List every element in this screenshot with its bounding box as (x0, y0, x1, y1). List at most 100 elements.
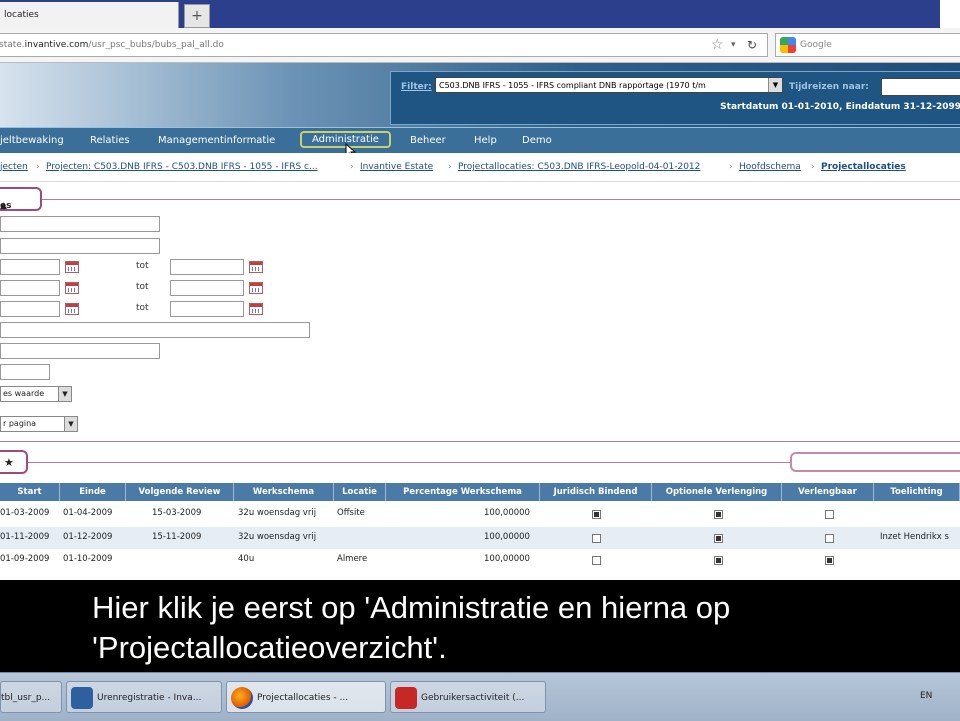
optioneel-checkbox[interactable] (714, 556, 723, 565)
per-page-select[interactable]: r pagina ▼ (0, 416, 78, 432)
calendar-icon[interactable] (249, 303, 263, 315)
date-to-field-1[interactable] (170, 259, 244, 275)
search-placeholder: Google (800, 40, 832, 50)
filter-panel: Filter: C503.DNB IFRS - 1055 - IFRS comp… (390, 71, 960, 125)
breadcrumb: jecten › Projecten: C503.DNB IFRS - C503… (0, 153, 960, 182)
table-row[interactable]: 01-09-2009 01-10-2009 40u Almere 100,000… (0, 549, 960, 571)
per-page-select-value: r pagina (3, 419, 37, 428)
column-header[interactable]: Optionele Verlenging (652, 483, 782, 501)
main-menu: jeltbewaking Relaties Managementinformat… (0, 127, 960, 155)
history-dropdown-icon[interactable]: ▾ (731, 34, 736, 56)
date-from-field-3[interactable] (0, 301, 60, 317)
table-row[interactable]: 01-11-2009 01-12-2009 15-11-2009 32u woe… (0, 527, 960, 549)
language-indicator[interactable]: EN (920, 691, 932, 701)
filter-select[interactable]: C503.DNB IFRS - 1055 - IFRS compliant DN… (435, 77, 783, 93)
new-tab-icon[interactable]: + (184, 4, 210, 28)
results-search-box[interactable] (790, 452, 960, 472)
url-prefix: state. (0, 40, 25, 50)
calendar-icon[interactable] (249, 282, 263, 294)
column-header[interactable]: Einde (60, 483, 126, 501)
system-tray: EN (890, 681, 960, 713)
menu-item-projectbewaking[interactable]: jeltbewaking (0, 135, 64, 146)
taskbar-item-label: Projectallocaties - ... (257, 693, 349, 703)
section-divider (42, 199, 960, 200)
tijdreizen-input[interactable] (881, 78, 960, 96)
breadcrumb-item[interactable]: jecten (0, 162, 28, 172)
verlengbaar-checkbox[interactable] (825, 534, 834, 543)
values-select[interactable]: es waarde ▼ (0, 386, 72, 402)
column-header[interactable]: Verlengbaar (782, 483, 874, 501)
optioneel-checkbox[interactable] (714, 534, 723, 543)
tot-label: tot (136, 261, 149, 271)
criteria-field-short[interactable] (0, 364, 50, 380)
criteria-field-3[interactable] (0, 343, 160, 359)
breadcrumb-item[interactable]: Projectallocaties: C503.DNB IFRS-Leopold… (458, 162, 700, 172)
column-header[interactable]: Locatie (334, 483, 386, 501)
results-section-header[interactable]: ★ (0, 450, 28, 474)
filter-label[interactable]: Filter: (401, 82, 432, 92)
date-from-field-2[interactable] (0, 280, 60, 296)
table-row[interactable]: 01-03-2009 01-04-2009 15-03-2009 32u woe… (0, 503, 960, 525)
expand-icon: ★ (4, 456, 14, 469)
column-header[interactable]: Volgende Review (126, 483, 234, 501)
breadcrumb-item[interactable]: Projecten: C503.DNB IFRS - C503.DNB IFRS… (46, 162, 318, 172)
column-header[interactable]: Percentage Werkschema (386, 483, 540, 501)
browser-tab-title: locaties (4, 10, 39, 20)
reload-icon[interactable]: ↻ (747, 34, 757, 56)
criteria-field-wide[interactable] (0, 322, 310, 338)
verlengbaar-checkbox[interactable] (825, 556, 834, 565)
calendar-icon[interactable] (249, 261, 263, 273)
breadcrumb-item[interactable]: Invantive Estate (360, 162, 433, 172)
criteria-field-2[interactable] (0, 238, 160, 254)
values-select-value: es waarde (3, 389, 45, 398)
criteria-field-1[interactable] (0, 216, 160, 232)
google-icon (780, 37, 796, 53)
url-host: invantive.com (24, 40, 89, 50)
criteria-section-label: es ▲ (0, 201, 12, 211)
app-icon (71, 686, 93, 709)
subtitle-line-2: 'Projectallocatieoverzicht'. (92, 630, 447, 665)
browser-tab-active[interactable]: locaties (0, 2, 179, 28)
bookmark-star-icon[interactable]: ☆ (711, 34, 724, 56)
menu-item-beheer[interactable]: Beheer (410, 135, 446, 146)
menu-item-managementinformatie[interactable]: Managementinformatie (158, 135, 275, 146)
optioneel-checkbox[interactable] (714, 510, 723, 519)
date-to-field-3[interactable] (170, 301, 244, 317)
date-from-field-1[interactable] (0, 259, 60, 275)
juridisch-checkbox[interactable] (592, 534, 601, 543)
cell-einde: 01-04-2009 (63, 508, 113, 518)
date-to-field-2[interactable] (170, 280, 244, 296)
search-box[interactable]: Google (775, 33, 960, 57)
cell-start: 01-11-2009 (0, 532, 50, 542)
taskbar-item[interactable]: Gebruikersactiviteit (... (390, 681, 546, 713)
juridisch-checkbox[interactable] (592, 510, 601, 519)
tot-label: tot (136, 282, 149, 292)
breadcrumb-separator: › (811, 162, 815, 172)
column-header[interactable]: Juridisch Bindend (540, 483, 652, 501)
calendar-icon[interactable] (65, 282, 79, 294)
column-header[interactable]: Toelichting (874, 483, 960, 501)
cell-werkschema: 40u (238, 554, 255, 564)
juridisch-checkbox[interactable] (592, 556, 601, 565)
column-header[interactable]: Start (0, 483, 60, 501)
breadcrumb-item[interactable]: Hoofdschema (739, 162, 801, 172)
taskbar-item[interactable]: Urenregistratie - Inva... (66, 681, 222, 713)
address-bar[interactable]: state.invantive.com/usr_psc_bubs/bubs_pa… (0, 33, 768, 57)
column-header[interactable]: Werkschema (234, 483, 334, 501)
taskbar-item[interactable]: tbl_usr_p... (0, 681, 62, 713)
collapse-icon: ▲ (0, 201, 7, 211)
menu-item-help[interactable]: Help (474, 135, 497, 146)
breadcrumb-current[interactable]: Projectallocaties (821, 162, 906, 172)
chevron-down-icon: ▼ (64, 417, 77, 431)
criteria-section-header[interactable]: es ▲ (0, 187, 42, 211)
breadcrumb-separator: › (350, 162, 354, 172)
cell-einde: 01-12-2009 (63, 532, 113, 542)
verlengbaar-checkbox[interactable] (825, 510, 834, 519)
menu-item-demo[interactable]: Demo (522, 135, 552, 146)
cell-start: 01-03-2009 (0, 508, 50, 518)
calendar-icon[interactable] (65, 303, 79, 315)
calendar-icon[interactable] (65, 261, 79, 273)
menu-item-relaties[interactable]: Relaties (90, 135, 130, 146)
taskbar: tbl_usr_p... Urenregistratie - Inva... P… (0, 672, 960, 721)
taskbar-item-active[interactable]: Projectallocaties - ... (226, 681, 386, 713)
